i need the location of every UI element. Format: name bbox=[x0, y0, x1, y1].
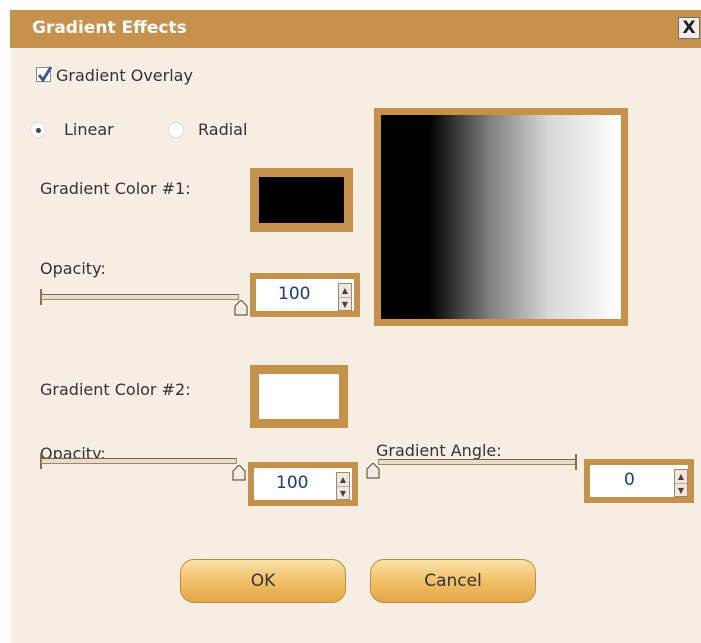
opacity-2-spinbox[interactable]: 100 ▲ ▼ bbox=[248, 462, 358, 506]
dialog-title: Gradient Effects bbox=[32, 18, 187, 38]
spin-up-icon[interactable]: ▲ bbox=[337, 473, 349, 487]
gradient-overlay-checkbox[interactable] bbox=[36, 66, 53, 83]
gradient-preview bbox=[374, 108, 628, 326]
ok-button[interactable]: OK bbox=[180, 559, 346, 603]
opacity-1-spinbox[interactable]: 100 ▲ ▼ bbox=[250, 273, 360, 317]
opacity-1-slider-track[interactable] bbox=[41, 294, 239, 300]
opacity-2-slider-track[interactable] bbox=[41, 458, 237, 464]
angle-value[interactable]: 0 bbox=[624, 470, 635, 490]
opacity-1-label: Opacity: bbox=[40, 259, 106, 278]
linear-label: Linear bbox=[64, 120, 114, 139]
opacity-1-slider-thumb-icon[interactable] bbox=[234, 300, 248, 316]
angle-slider-track[interactable] bbox=[378, 459, 576, 465]
spin-down-icon[interactable]: ▼ bbox=[675, 484, 687, 497]
gradient-effects-dialog: Gradient Effects X Gradient Overlay Line… bbox=[10, 10, 701, 643]
radial-radio[interactable] bbox=[168, 122, 184, 138]
angle-spin-arrows[interactable]: ▲ ▼ bbox=[674, 469, 688, 497]
gradient-color-1-swatch[interactable] bbox=[250, 168, 353, 232]
checkmark-icon bbox=[37, 66, 53, 83]
gradient-color-1-label: Gradient Color #1: bbox=[40, 179, 191, 198]
spin-up-icon[interactable]: ▲ bbox=[339, 284, 351, 298]
radio-selected-dot bbox=[36, 128, 41, 133]
spin-up-icon[interactable]: ▲ bbox=[675, 470, 687, 484]
title-bar[interactable]: Gradient Effects X bbox=[10, 10, 701, 48]
opacity-2-slider-thumb-icon[interactable] bbox=[232, 465, 246, 481]
opacity-2-spin-arrows[interactable]: ▲ ▼ bbox=[336, 472, 350, 500]
opacity-2-value[interactable]: 100 bbox=[276, 473, 308, 493]
radial-label: Radial bbox=[198, 120, 248, 139]
gradient-color-2-label: Gradient Color #2: bbox=[40, 380, 191, 399]
opacity-1-spin-arrows[interactable]: ▲ ▼ bbox=[338, 283, 352, 311]
angle-slider-thumb-icon[interactable] bbox=[366, 463, 380, 479]
close-button[interactable]: X bbox=[678, 17, 700, 39]
linear-radio[interactable] bbox=[30, 122, 46, 138]
gradient-color-2-swatch[interactable] bbox=[250, 365, 348, 428]
gradient-angle-label: Gradient Angle: bbox=[376, 441, 502, 460]
spin-down-icon[interactable]: ▼ bbox=[339, 298, 351, 311]
angle-spinbox[interactable]: 0 ▲ ▼ bbox=[584, 459, 694, 503]
opacity-1-value[interactable]: 100 bbox=[278, 284, 310, 304]
gradient-overlay-label: Gradient Overlay bbox=[56, 66, 193, 85]
cancel-button[interactable]: Cancel bbox=[370, 559, 536, 603]
angle-slider-max-tick bbox=[575, 454, 577, 470]
spin-down-icon[interactable]: ▼ bbox=[337, 487, 349, 500]
